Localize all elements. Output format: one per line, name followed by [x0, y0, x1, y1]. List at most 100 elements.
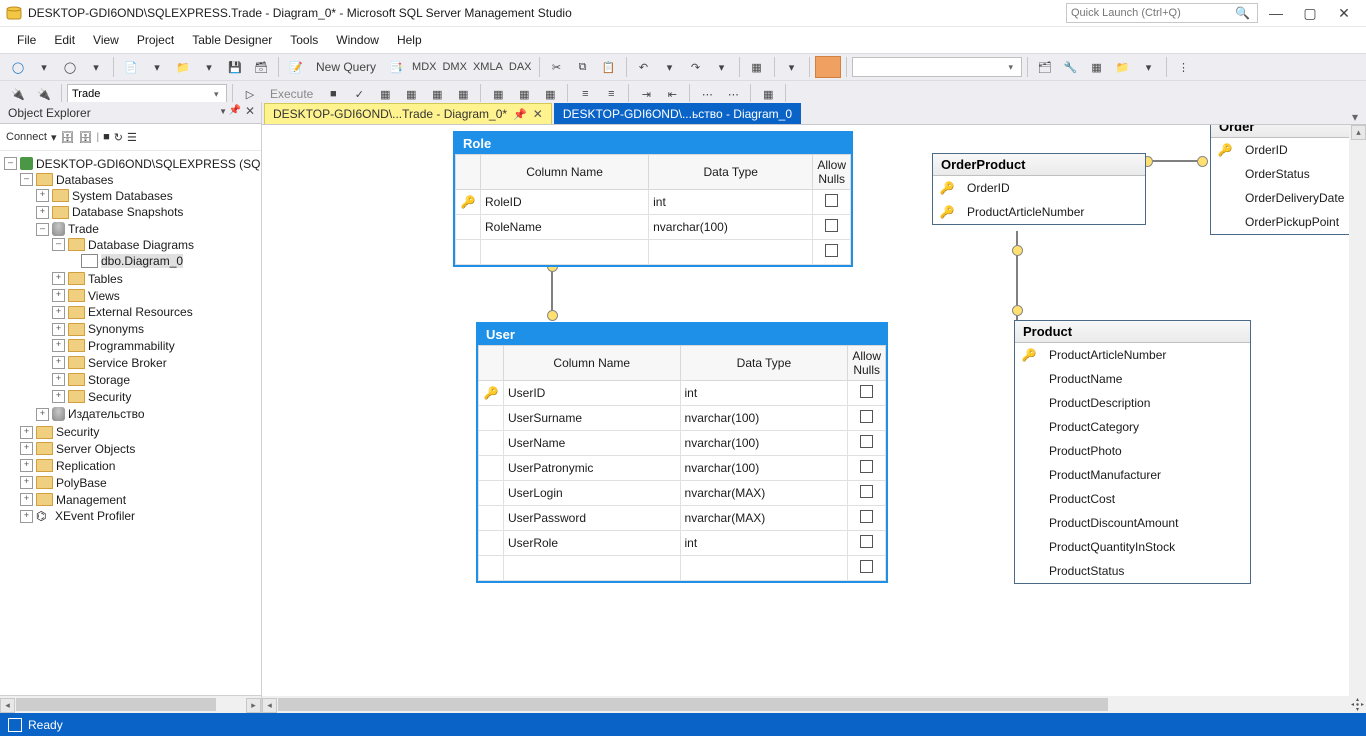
- overflow-icon[interactable]: ⋮: [1172, 57, 1196, 77]
- plan-button[interactable]: ▦: [373, 84, 397, 104]
- connect-button[interactable]: 🔌: [6, 84, 30, 104]
- toggle-icon[interactable]: +: [20, 476, 33, 489]
- nav-back-button[interactable]: ◯: [6, 57, 30, 77]
- plan2-button[interactable]: ▦: [399, 84, 423, 104]
- object-explorer-tree[interactable]: –DESKTOP-GDI6OND\SQLEXPRESS (SQL –Databa…: [0, 151, 261, 695]
- toggle-icon[interactable]: +: [20, 459, 33, 472]
- column-header-type[interactable]: Data Type: [680, 346, 848, 381]
- empty-row[interactable]: [479, 556, 886, 581]
- node-tables[interactable]: Tables: [88, 272, 123, 286]
- node-diagram0[interactable]: dbo.Diagram_0: [101, 254, 183, 268]
- column-header-name[interactable]: Column Name: [481, 155, 649, 190]
- tool-dd[interactable]: ▾: [1137, 57, 1161, 77]
- node-polybase[interactable]: PolyBase: [56, 476, 107, 490]
- table-title[interactable]: Order: [1211, 125, 1366, 138]
- tab-overflow-icon[interactable]: ▾: [1344, 110, 1366, 124]
- nav-fwd-button[interactable]: ◯: [58, 57, 82, 77]
- close-tab-icon[interactable]: ✕: [533, 107, 543, 121]
- execute-icon[interactable]: ▷: [238, 84, 262, 104]
- canvas-vertical-scrollbar[interactable]: ▴: [1349, 125, 1366, 696]
- table-user[interactable]: User Column Name Data Type Allow Nulls 🔑…: [476, 322, 888, 583]
- column-header-nulls[interactable]: Allow Nulls: [813, 155, 851, 190]
- redo-dd[interactable]: ▾: [710, 57, 734, 77]
- oe-refresh-icon[interactable]: ↻: [114, 131, 123, 144]
- table-row[interactable]: ProductStatus: [1015, 559, 1250, 583]
- table-row[interactable]: ProductName: [1015, 367, 1250, 391]
- node-security[interactable]: Security: [56, 425, 99, 439]
- database-combo[interactable]: [67, 84, 227, 104]
- node-service-broker[interactable]: Service Broker: [88, 356, 167, 370]
- table-title[interactable]: User: [478, 324, 886, 345]
- uncomment-button[interactable]: ≡: [599, 84, 623, 104]
- oe-filter3-icon[interactable]: ☰: [127, 131, 137, 144]
- menu-table-designer[interactable]: Table Designer: [183, 29, 281, 51]
- tool-grid-icon[interactable]: ▦: [1085, 57, 1109, 77]
- node-diagrams[interactable]: Database Diagrams: [88, 238, 194, 252]
- table-title[interactable]: OrderProduct: [933, 154, 1145, 176]
- scroll-left-icon[interactable]: ◂: [0, 698, 15, 713]
- table-row[interactable]: UserLoginnvarchar(MAX): [479, 481, 886, 506]
- node-programmability[interactable]: Programmability: [88, 339, 175, 353]
- results-grid-button[interactable]: ▦: [486, 84, 510, 104]
- node-replication[interactable]: Replication: [56, 459, 115, 473]
- node-system-db[interactable]: System Databases: [72, 188, 173, 202]
- server-combo[interactable]: [852, 57, 1022, 77]
- menu-view[interactable]: View: [84, 29, 128, 51]
- table-title[interactable]: Role: [455, 133, 851, 154]
- undo-button[interactable]: ↶: [632, 57, 656, 77]
- table-product[interactable]: Product 🔑ProductArticleNumberProductName…: [1014, 320, 1251, 584]
- nav-back-dd[interactable]: ▾: [32, 57, 56, 77]
- toggle-icon[interactable]: +: [52, 323, 65, 336]
- new-button[interactable]: 📄: [119, 57, 143, 77]
- oe-filter-icon[interactable]: 🗄: [61, 131, 75, 144]
- new-query-button[interactable]: New Query: [310, 57, 382, 77]
- zoom-dd[interactable]: ▾: [780, 57, 804, 77]
- toggle-icon[interactable]: +: [52, 390, 65, 403]
- results-text-button[interactable]: ▦: [512, 84, 536, 104]
- toggle-icon[interactable]: +: [52, 356, 65, 369]
- results-file-button[interactable]: ▦: [538, 84, 562, 104]
- node-publishing[interactable]: Издательство: [68, 407, 145, 421]
- plan4-button[interactable]: ▦: [451, 84, 475, 104]
- disconnect-button[interactable]: 🔌: [32, 84, 56, 104]
- indent-button[interactable]: ⇥: [634, 84, 658, 104]
- pin-icon[interactable]: 📌: [513, 108, 527, 121]
- toggle-icon[interactable]: +: [52, 272, 65, 285]
- table-row[interactable]: UserRoleint: [479, 531, 886, 556]
- table-row[interactable]: OrderDeliveryDate: [1211, 186, 1366, 210]
- tab-diagram-trade[interactable]: DESKTOP-GDI6OND\...Trade - Diagram_0* 📌 …: [264, 103, 552, 124]
- activity-button[interactable]: [815, 56, 841, 78]
- new-query-icon[interactable]: 📝: [284, 57, 308, 77]
- column-header-nulls[interactable]: Allow Nulls: [848, 346, 886, 381]
- maximize-button[interactable]: ▢: [1294, 3, 1326, 23]
- scroll-right-icon[interactable]: ▸: [246, 698, 261, 713]
- undo-dd[interactable]: ▾: [658, 57, 682, 77]
- menu-file[interactable]: File: [8, 29, 45, 51]
- save-button[interactable]: 💾: [223, 57, 247, 77]
- toggle-icon[interactable]: +: [36, 408, 49, 421]
- table-row[interactable]: UserSurnamenvarchar(100): [479, 406, 886, 431]
- connect-label[interactable]: Connect: [6, 131, 47, 143]
- node-databases[interactable]: Databases: [56, 173, 113, 187]
- scroll-thumb[interactable]: [278, 698, 1108, 711]
- nav-fwd-dd[interactable]: ▾: [84, 57, 108, 77]
- open-dd[interactable]: ▾: [197, 57, 221, 77]
- node-management[interactable]: Management: [56, 492, 126, 506]
- toggle-icon[interactable]: –: [20, 173, 33, 186]
- panel-menu-icon[interactable]: ▼: [219, 107, 227, 116]
- oe-stop-icon[interactable]: ■: [103, 131, 110, 143]
- stop-button[interactable]: ■: [321, 84, 345, 104]
- pin-icon[interactable]: 📌: [229, 105, 241, 116]
- table-row[interactable]: UserPatronymicnvarchar(100): [479, 456, 886, 481]
- toggle-icon[interactable]: +: [20, 426, 33, 439]
- comment-button[interactable]: ≡: [573, 84, 597, 104]
- table-row[interactable]: ProductDescription: [1015, 391, 1250, 415]
- cut-button[interactable]: ✂: [545, 57, 569, 77]
- toggle-icon[interactable]: +: [52, 306, 65, 319]
- toggle-icon[interactable]: –: [36, 223, 49, 236]
- table-row[interactable]: ProductQuantityInStock: [1015, 535, 1250, 559]
- xmla-button[interactable]: XMLA: [471, 57, 505, 77]
- redo-button[interactable]: ↷: [684, 57, 708, 77]
- plan3-button[interactable]: ▦: [425, 84, 449, 104]
- parse-button[interactable]: ✓: [347, 84, 371, 104]
